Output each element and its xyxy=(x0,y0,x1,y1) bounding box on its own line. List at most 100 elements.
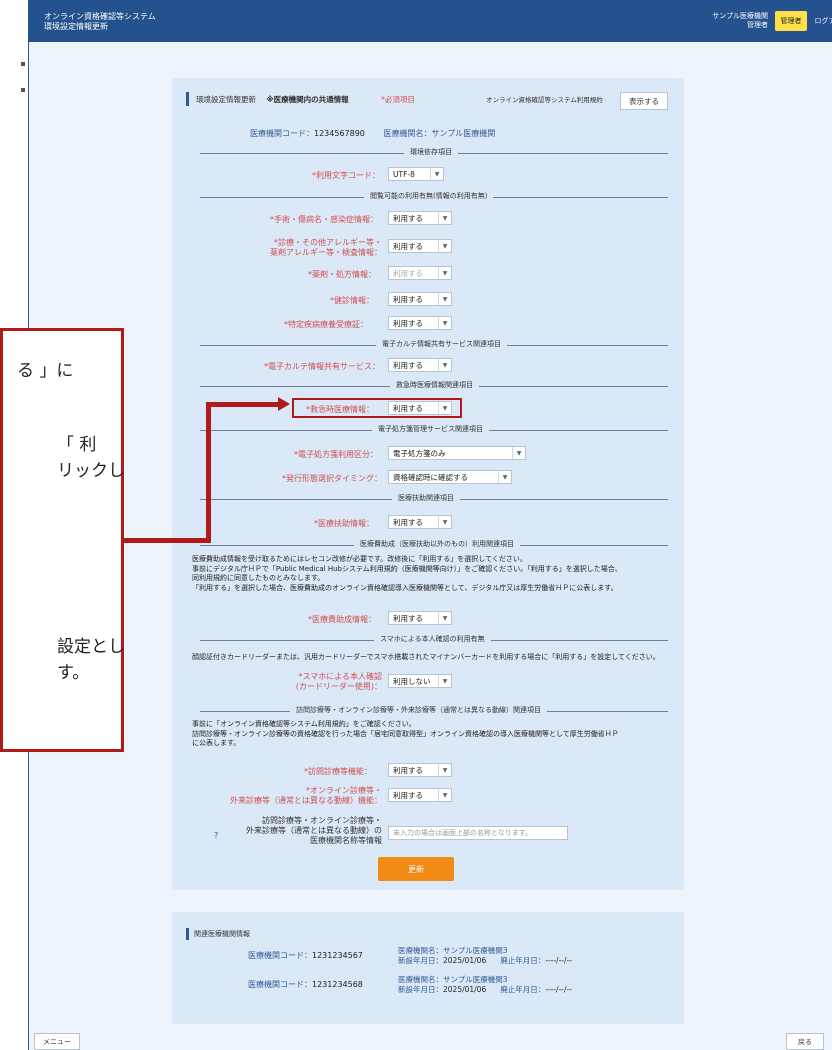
checkup-select[interactable]: 利用する ▼ xyxy=(388,292,452,306)
medication-select[interactable]: 利用する ▼ xyxy=(388,266,452,280)
related-name: サンプル医療機関3 xyxy=(443,946,508,955)
chevron-down-icon: ▼ xyxy=(498,471,511,483)
chevron-down-icon: ▼ xyxy=(438,359,451,371)
subsidy-text: 医療費助成情報を受け取るためにはレセコン改修が必要です。改修後に「利用する」を選… xyxy=(192,555,682,593)
update-button[interactable]: 更新 xyxy=(378,857,454,881)
user-org: サンプル医療機関 xyxy=(712,12,768,20)
medical-aid-label: *医療扶助情報： xyxy=(314,519,374,528)
issue-timing-select[interactable]: 資格確認時に確認する ▼ xyxy=(388,470,512,484)
highlight-box xyxy=(292,398,462,418)
online-label: *オンライン診療等・ 外来診療等（通常とは異なる動線）機能： xyxy=(206,786,382,806)
chevron-down-icon: ▼ xyxy=(438,240,451,252)
chevron-down-icon: ▼ xyxy=(438,212,451,224)
ehr-label: *電子カルテ情報共有サービス： xyxy=(264,362,380,371)
related-row-detail: 医療機関名：サンプル医療機関3 新設年月日：2025/01/06 廃止年月日：--… xyxy=(398,975,572,995)
ehr-select[interactable]: 利用する ▼ xyxy=(388,358,452,372)
section-eprescription: 電子処方箋管理サービス関連項目 xyxy=(372,424,489,435)
smartphone-label-1: *スマホによる本人確認 xyxy=(298,672,382,681)
logout-button[interactable]: ログアウト xyxy=(810,11,832,31)
section-env: 環境依存項目 xyxy=(404,147,458,158)
related-code: 1231234568 xyxy=(312,980,363,989)
visit-select[interactable]: 利用する ▼ xyxy=(388,763,452,777)
specific-select[interactable]: 利用する ▼ xyxy=(388,316,452,330)
online-label-2: 外来診療等（通常とは異なる動線）機能： xyxy=(230,796,382,805)
subsidy-text-line: 事前にデジタル庁ＨＰで「Public Medical Hubシステム利用規約（医… xyxy=(192,564,622,573)
org-name: サンプル医療機関 xyxy=(431,129,496,138)
org-info: 医療機関コード：1234567890 医療機関名：サンプル医療機関 xyxy=(250,128,495,139)
annotation-callout: る 」に 「 利 リックし 設定とし す。 xyxy=(0,328,125,752)
specific-value: 利用する xyxy=(393,318,423,328)
related-heading-bar xyxy=(186,928,189,940)
specific-label: *特定疾病療養受療証： xyxy=(284,320,368,329)
facility-name-input[interactable]: 未入力の場合は画面上部の名称となります。 xyxy=(388,826,568,840)
section-subsidy: 医療費助成（医療扶助以外のもの）利用関連項目 xyxy=(354,539,520,550)
menu-button[interactable]: メニュー xyxy=(34,1033,80,1050)
callout-line: る 」に xyxy=(17,361,74,381)
role-badge: 管理者 xyxy=(775,11,807,31)
section-medical-aid: 医療扶助関連項目 xyxy=(392,493,460,504)
name-label: 訪問診療等・オンライン診療等・ 外来診療等（通常とは異なる動線）の 医療機関名称… xyxy=(226,816,382,846)
related-name-label: 医療機関名： xyxy=(398,975,443,984)
heading-text: 環境設定情報更新 xyxy=(196,95,256,104)
related-end-label: 廃止年月日： xyxy=(500,985,546,994)
charset-label: *利用文字コード： xyxy=(312,171,380,180)
related-start-label: 新設年月日： xyxy=(398,956,443,965)
eprescription-type-select[interactable]: 電子処方箋のみ ▼ xyxy=(388,446,526,460)
medication-label: *薬剤・処方情報： xyxy=(308,270,376,279)
charset-value: UTF-8 xyxy=(393,169,415,179)
related-name: サンプル医療機関3 xyxy=(443,975,508,984)
charset-select[interactable]: UTF-8 ▼ xyxy=(388,167,444,181)
visit-value: 利用する xyxy=(393,765,423,775)
related-code: 1231234567 xyxy=(312,951,363,960)
smartphone-select[interactable]: 利用しない ▼ xyxy=(388,674,452,688)
related-code-label: 医療機関コード： xyxy=(248,951,312,960)
chevron-down-icon: ▼ xyxy=(438,764,451,776)
help-icon[interactable]: ? xyxy=(214,830,218,841)
subsidy-label: *医療費助成情報： xyxy=(308,615,376,624)
org-code-label: 医療機関コード： xyxy=(250,129,314,138)
app-title: オンライン資格確認等システム 環境設定情報更新 xyxy=(44,12,156,32)
smartphone-label: *スマホによる本人確認 (カードリーダー使用)： xyxy=(276,672,382,692)
related-start: 2025/01/06 xyxy=(443,956,487,965)
callout-line: 「 利 xyxy=(57,435,97,455)
related-row-detail: 医療機関名：サンプル医療機関3 新設年月日：2025/01/06 廃止年月日：--… xyxy=(398,946,572,966)
medication-value: 利用する xyxy=(393,268,423,278)
eprescription-type-value: 電子処方箋のみ xyxy=(393,448,446,458)
org-code: 1234567890 xyxy=(314,129,365,138)
subsidy-select[interactable]: 利用する ▼ xyxy=(388,611,452,625)
related-end: ----/--/-- xyxy=(545,956,572,965)
name-label-1: 訪問診療等・オンライン診療等・ xyxy=(262,816,382,825)
name-label-2: 外来診療等（通常とは異なる動線）の xyxy=(246,826,382,835)
surgery-select[interactable]: 利用する ▼ xyxy=(388,211,452,225)
diagnosis-label-1: *診療・その他アレルギー等・ xyxy=(274,238,382,247)
related-code-label: 医療機関コード： xyxy=(248,980,312,989)
diagnosis-label: *診療・その他アレルギー等・ 薬剤アレルギー等・検査情報： xyxy=(260,238,382,258)
connector-top xyxy=(206,402,280,407)
online-select[interactable]: 利用する ▼ xyxy=(388,788,452,802)
chevron-down-icon: ▼ xyxy=(438,675,451,687)
org-name-label: 医療機関名： xyxy=(383,129,432,138)
back-button[interactable]: 戻る xyxy=(786,1033,824,1050)
section-emergency: 救急時医療情報関連項目 xyxy=(390,380,479,391)
diagnosis-select[interactable]: 利用する ▼ xyxy=(388,239,452,253)
smartphone-label-2: (カードリーダー使用)： xyxy=(295,682,382,691)
user-role-text: 管理者 xyxy=(747,21,768,29)
callout-line: リックし xyxy=(57,461,125,481)
subsidy-text-line: 同利用規約に同意したものとみなします。 xyxy=(192,574,325,582)
chevron-down-icon: ▼ xyxy=(430,168,443,180)
page-heading: 環境設定情報更新 ※医療機関内の共通情報 *必須項目 xyxy=(196,94,415,105)
related-start-label: 新設年月日： xyxy=(398,985,443,994)
chevron-down-icon: ▼ xyxy=(438,516,451,528)
medical-aid-select[interactable]: 利用する ▼ xyxy=(388,515,452,529)
show-terms-button[interactable]: 表示する xyxy=(620,92,668,110)
callout-line: 設定とし xyxy=(57,637,125,657)
diagnosis-label-2: 薬剤アレルギー等・検査情報： xyxy=(270,248,382,257)
arrow-icon xyxy=(278,397,290,411)
section-browse: 閲覧可能の利用有無(情報の利用有無) xyxy=(364,191,494,202)
smartphone-value: 利用しない xyxy=(393,676,431,686)
visit-text: 事前に「オンライン資格確認等システム利用規約」をご確認ください。 訪問診療等・オ… xyxy=(192,720,682,749)
section-ehr: 電子カルテ情報共有サービス関連項目 xyxy=(376,339,507,350)
issue-timing-label: *発行形態選択タイミング： xyxy=(282,474,382,483)
visit-text-line: 訪問診療等・オンライン診療等の資格確認を行った場合「居宅同意取得型」オンライン資… xyxy=(192,729,619,738)
connector-bottom xyxy=(121,538,211,543)
